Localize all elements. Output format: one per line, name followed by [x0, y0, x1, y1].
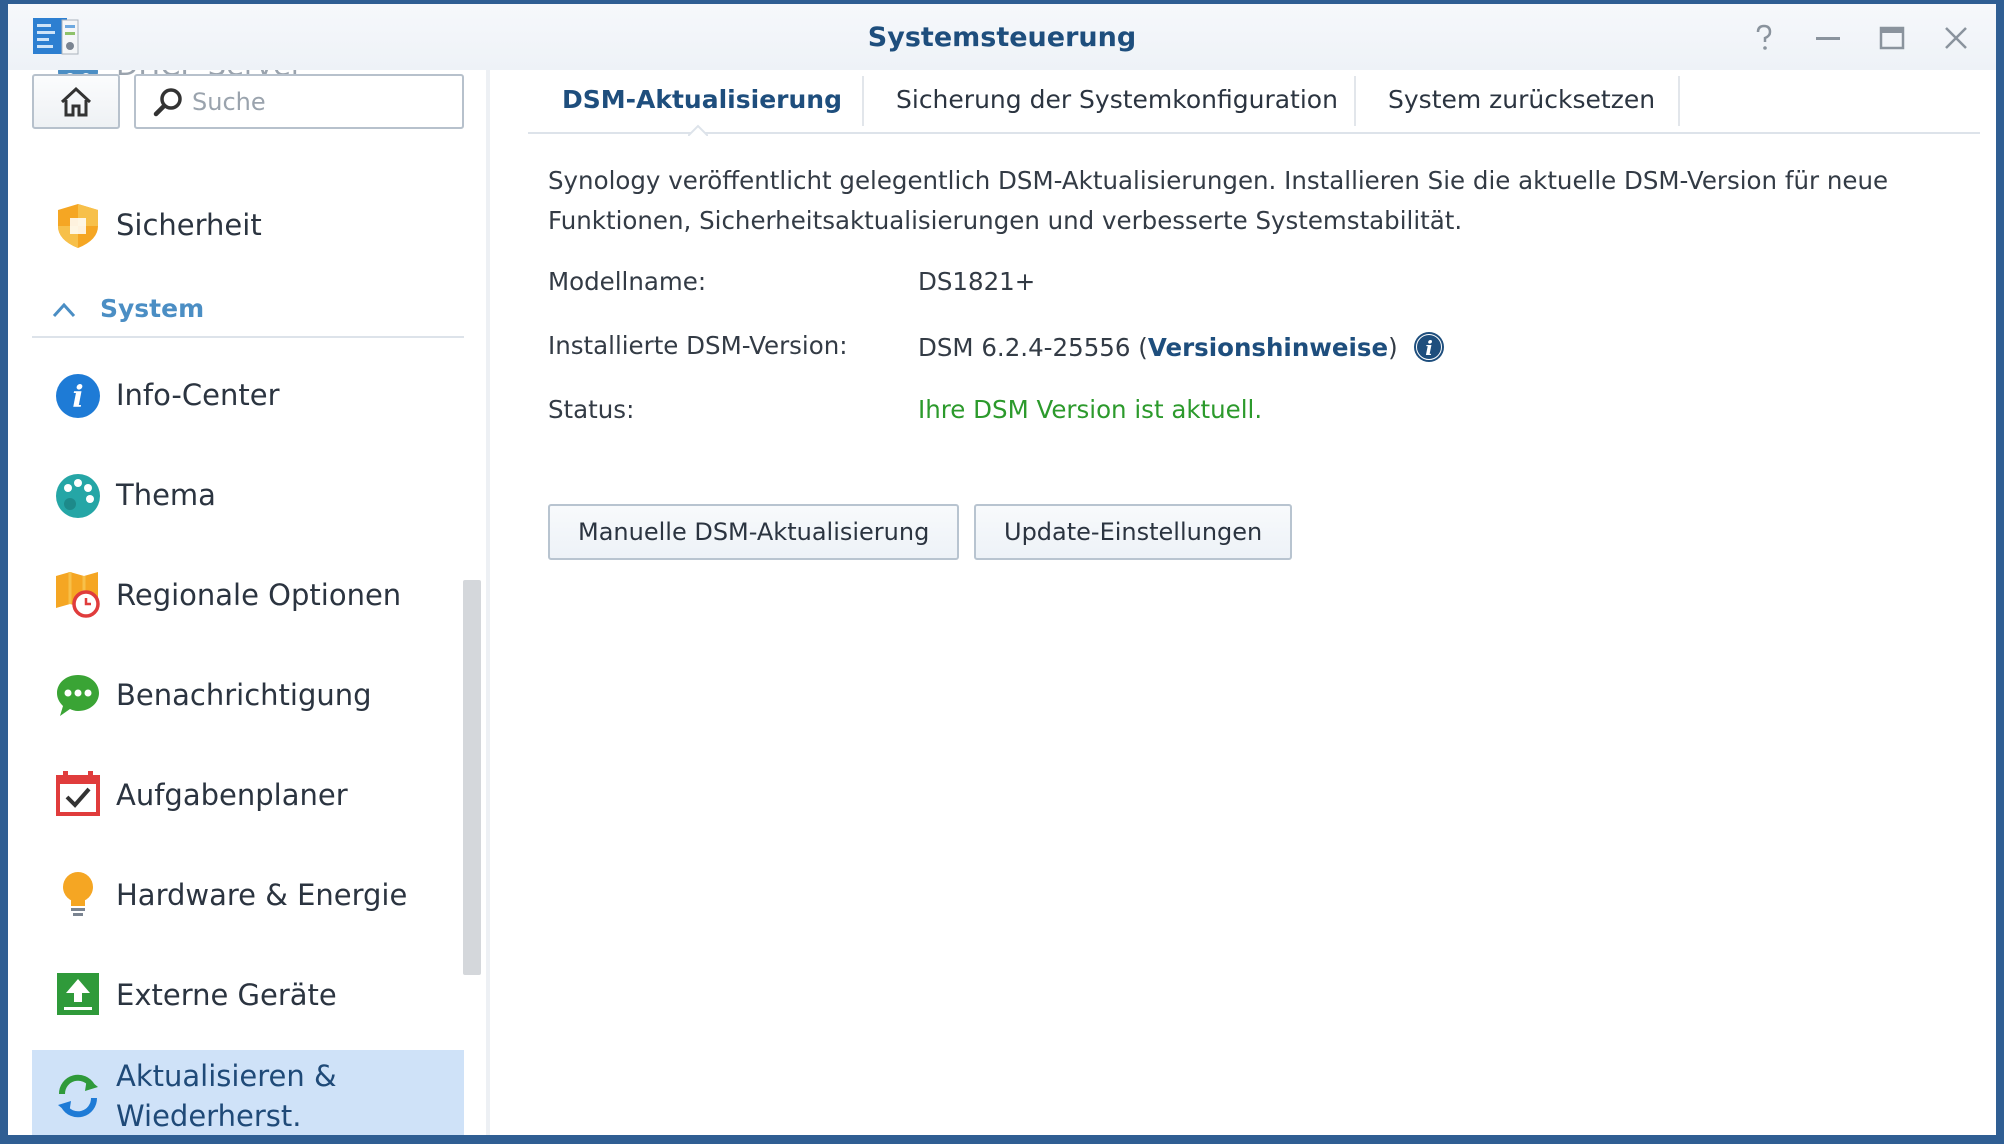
sidebar-item-label-line1: Aktualisieren & — [116, 1059, 337, 1093]
sidebar-item-hardware-power[interactable]: Hardware & Energie — [32, 850, 464, 942]
tab-dsm-update[interactable]: DSM-Aktualisierung — [562, 74, 842, 126]
manual-dsm-update-button[interactable]: Manuelle DSM-Aktualisierung — [548, 504, 960, 560]
palette-icon — [56, 474, 100, 518]
search-icon — [153, 88, 182, 117]
sidebar-item-update-restore[interactable]: Aktualisieren & Wiederherst. — [32, 1050, 464, 1135]
sidebar-item-external-devices[interactable]: Externe Geräte — [32, 950, 464, 1042]
dsm-version-value: DSM 6.2.4-25556 — [918, 333, 1131, 362]
window-title: Systemsteuerung — [867, 22, 1137, 53]
sidebar-scrollbar[interactable] — [463, 580, 481, 975]
active-tab-indicator — [688, 124, 708, 136]
info-center-icon: i — [56, 374, 100, 418]
paren-close: ) — [1388, 333, 1398, 362]
info-icon[interactable]: i — [1413, 331, 1445, 363]
sidebar-item-regional-options[interactable]: Regionale Optionen — [32, 550, 464, 642]
title-bar[interactable]: Systemsteuerung — [8, 4, 1996, 70]
tab-separator — [862, 76, 864, 126]
sidebar-item-label: Benachrichtigung — [116, 678, 372, 712]
svg-text:i: i — [72, 380, 83, 415]
release-notes-link[interactable]: Versionshinweise — [1148, 333, 1388, 362]
dsm-version-label: Installierte DSM-Version: — [548, 331, 848, 360]
external-devices-icon — [57, 973, 99, 1015]
tab-separator — [1354, 76, 1356, 126]
dsm-version-row: DSM 6.2.4-25556 (Versionshinweise) i — [918, 331, 1445, 363]
close-icon[interactable] — [1940, 22, 1972, 54]
lightbulb-icon — [63, 872, 93, 916]
update-settings-button[interactable]: Update-Einstellungen — [974, 504, 1293, 560]
sidebar-item-label: Regionale Optionen — [116, 578, 402, 612]
update-restore-icon — [58, 1074, 98, 1118]
sidebar-item-notification[interactable]: Benachrichtigung — [32, 650, 464, 742]
tab-config-backup[interactable]: Sicherung der Systemkonfiguration — [896, 74, 1338, 126]
regional-options-icon — [56, 572, 100, 618]
status-label: Status: — [548, 395, 635, 424]
group-header-system[interactable]: System — [32, 286, 464, 338]
search-input[interactable] — [192, 84, 452, 120]
model-name-value: DS1821+ — [918, 267, 1036, 296]
home-button[interactable] — [32, 74, 120, 129]
description: Synology veröffentlicht gelegentlich DSM… — [548, 161, 1948, 241]
shield-icon — [58, 204, 98, 248]
home-icon — [60, 86, 92, 116]
task-scheduler-icon — [56, 771, 100, 816]
model-name-label: Modellname: — [548, 267, 707, 296]
tab-system-reset[interactable]: System zurücksetzen — [1388, 74, 1655, 126]
sidebar-item-info-center[interactable]: i Info-Center — [32, 350, 464, 442]
control-panel-window: Systemsteuerung DHCP-Server — [0, 0, 2004, 1144]
paren-open: ( — [1138, 333, 1148, 362]
sidebar-item-task-scheduler[interactable]: Aufgabenplaner — [32, 750, 464, 842]
sidebar: DHCP-Server Sicherheit — [8, 70, 488, 1135]
notification-icon — [57, 675, 99, 716]
sidebar-item-security[interactable]: Sicherheit — [32, 180, 464, 272]
sidebar-item-label: Sicherheit — [116, 208, 262, 242]
sidebar-item-label: Externe Geräte — [116, 978, 337, 1012]
svg-text:i: i — [1426, 336, 1434, 360]
help-icon[interactable] — [1748, 22, 1780, 54]
sidebar-item-label: Hardware & Energie — [116, 878, 408, 912]
sidebar-item-label: Aufgabenplaner — [116, 778, 348, 812]
tab-separator — [1678, 76, 1680, 126]
status-value: Ihre DSM Version ist aktuell. — [918, 395, 1263, 424]
chevron-up-icon — [52, 302, 76, 318]
sidebar-item-theme[interactable]: Thema — [32, 450, 464, 542]
description-line2: Funktionen, Sicherheitsaktualisierungen … — [548, 206, 1463, 235]
description-line1: Synology veröffentlicht gelegentlich DSM… — [548, 166, 1889, 195]
group-label: System — [100, 294, 205, 323]
minimize-icon[interactable] — [1812, 22, 1844, 54]
sidebar-item-label: Info-Center — [116, 378, 280, 412]
sidebar-item-label-line2: Wiederherst. — [116, 1099, 302, 1133]
search-field[interactable] — [134, 74, 464, 129]
sidebar-item-label-wrap: Aktualisieren & Wiederherst. — [116, 1056, 337, 1135]
sidebar-item-label: Thema — [116, 478, 216, 512]
tab-bar: DSM-Aktualisierung Sicherung der Systemk… — [528, 70, 1980, 134]
maximize-icon[interactable] — [1876, 22, 1908, 54]
sidebar-divider[interactable] — [486, 70, 490, 1135]
